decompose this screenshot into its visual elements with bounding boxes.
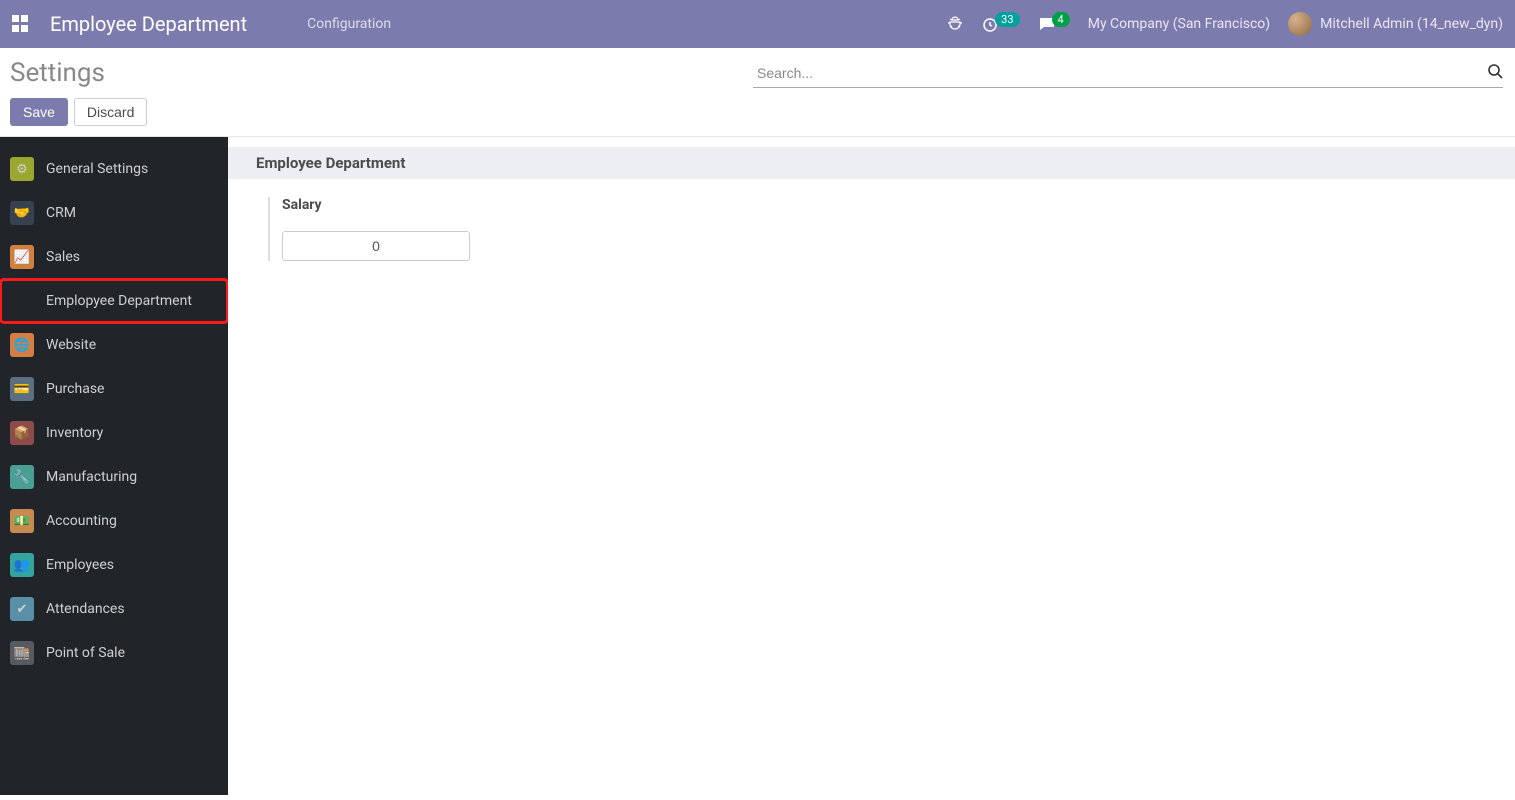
user-check-icon: ✔ <box>10 597 34 621</box>
sidebar-item-inventory[interactable]: 📦 Inventory <box>0 411 228 455</box>
salary-field-group: Salary <box>268 197 478 261</box>
gear-icon: ⚙ <box>10 157 34 181</box>
handshake-icon: 🤝 <box>10 201 34 225</box>
box-icon: 📦 <box>10 421 34 445</box>
sidebar-item-general-settings[interactable]: ⚙ General Settings <box>0 147 228 191</box>
sidebar-item-label: Attendances <box>46 601 125 617</box>
sidebar-item-label: Point of Sale <box>46 645 125 661</box>
messaging-icon[interactable]: 4 <box>1038 15 1070 33</box>
sidebar-item-point-of-sale[interactable]: 🏬 Point of Sale <box>0 631 228 675</box>
salary-input[interactable] <box>282 231 470 261</box>
sidebar-item-purchase[interactable]: 💳 Purchase <box>0 367 228 411</box>
sidebar-item-label: General Settings <box>46 161 148 177</box>
user-name: Mitchell Admin (14_new_dyn) <box>1320 16 1503 32</box>
sidebar-item-employees[interactable]: 👥 Employees <box>0 543 228 587</box>
control-panel: Settings Save Discard <box>0 48 1515 137</box>
apps-menu-icon[interactable] <box>12 15 30 33</box>
search-input[interactable] <box>753 59 1503 88</box>
activity-badge: 33 <box>995 12 1019 27</box>
sidebar-item-label: Emplopyee Department <box>46 293 192 309</box>
empty-icon <box>10 289 34 313</box>
breadcrumb: Settings <box>10 58 105 88</box>
bug-icon[interactable] <box>947 14 963 34</box>
sidebar-item-label: Sales <box>46 249 80 265</box>
save-button[interactable]: Save <box>10 98 68 126</box>
settings-content: Employee Department Salary <box>228 137 1515 795</box>
sidebar-item-accounting[interactable]: 💵 Accounting <box>0 499 228 543</box>
sidebar-item-label: Manufacturing <box>46 469 137 485</box>
user-menu[interactable]: Mitchell Admin (14_new_dyn) <box>1288 12 1503 36</box>
sidebar-item-label: CRM <box>46 205 76 221</box>
discard-button[interactable]: Discard <box>74 98 147 126</box>
top-navbar: Employee Department Configuration 33 4 M… <box>0 0 1515 48</box>
sidebar-item-label: Purchase <box>46 381 104 397</box>
messaging-badge: 4 <box>1052 12 1070 27</box>
app-title[interactable]: Employee Department <box>50 12 247 36</box>
section-header: Employee Department <box>228 147 1515 179</box>
salary-label: Salary <box>282 197 478 213</box>
company-selector[interactable]: My Company (San Francisco) <box>1088 16 1270 32</box>
sidebar-item-sales[interactable]: 📈 Sales <box>0 235 228 279</box>
card-icon: 💳 <box>10 377 34 401</box>
sidebar-item-crm[interactable]: 🤝 CRM <box>0 191 228 235</box>
chart-icon: 📈 <box>10 245 34 269</box>
people-icon: 👥 <box>10 553 34 577</box>
sidebar-item-label: Inventory <box>46 425 103 441</box>
sidebar-item-website[interactable]: 🌐 Website <box>0 323 228 367</box>
sidebar-item-emplopyee-department[interactable]: Emplopyee Department <box>0 279 228 323</box>
avatar <box>1288 12 1312 36</box>
menu-configuration[interactable]: Configuration <box>307 16 391 32</box>
sidebar-item-label: Accounting <box>46 513 117 529</box>
settings-sidebar: ⚙ General Settings 🤝 CRM 📈 Sales Emplopyee Dep… <box>0 137 228 795</box>
money-icon: 💵 <box>10 509 34 533</box>
sidebar-item-attendances[interactable]: ✔ Attendances <box>0 587 228 631</box>
shop-icon: 🏬 <box>10 641 34 665</box>
sidebar-item-manufacturing[interactable]: 🔧 Manufacturing <box>0 455 228 499</box>
search-button[interactable] <box>1487 63 1503 82</box>
sidebar-item-label: Website <box>46 337 96 353</box>
sidebar-item-label: Employees <box>46 557 114 573</box>
wrench-icon: 🔧 <box>10 465 34 489</box>
globe-icon: 🌐 <box>10 333 34 357</box>
search-icon <box>1487 63 1503 79</box>
activity-icon[interactable]: 33 <box>981 15 1019 33</box>
